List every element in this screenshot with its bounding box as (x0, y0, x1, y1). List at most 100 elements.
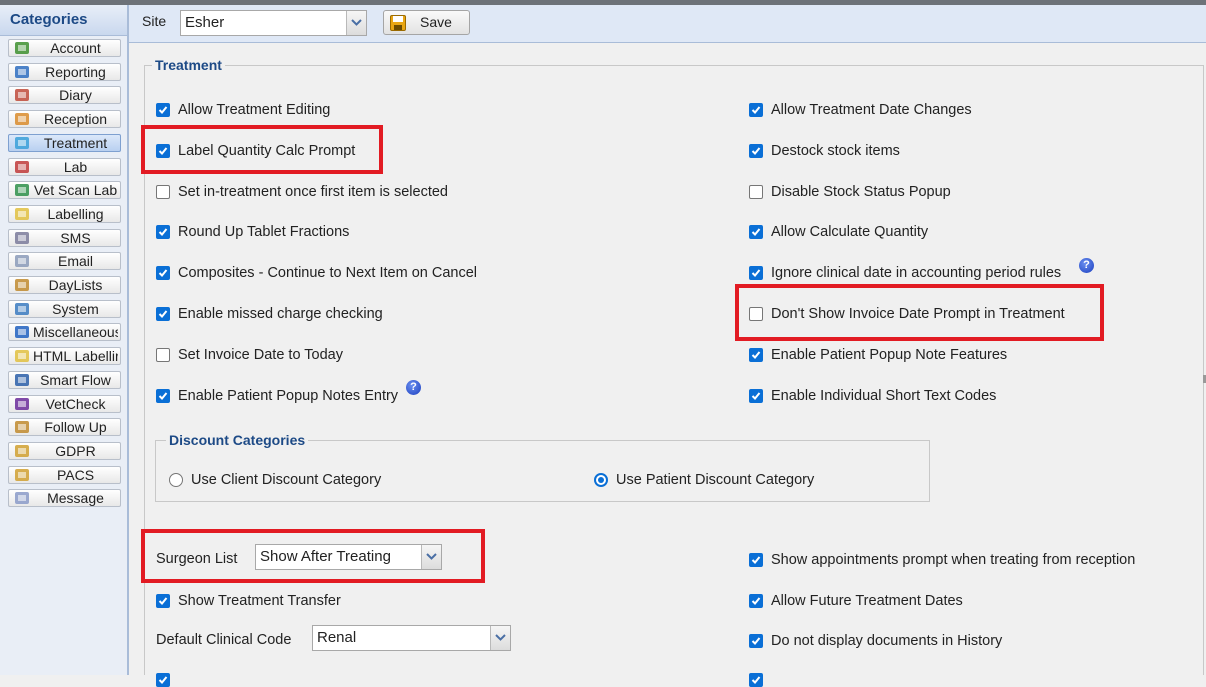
checkbox[interactable] (749, 103, 763, 117)
chevron-down-icon[interactable] (346, 11, 366, 35)
sidebar-item[interactable]: Smart Flow (8, 370, 121, 389)
sidebar-item[interactable]: Treatment (8, 133, 121, 152)
sidebar-item[interactable]: SMS (8, 228, 121, 247)
vetscan-icon (14, 183, 30, 197)
checkbox-label: Allow Treatment Editing (178, 102, 331, 118)
sidebar-item[interactable]: Email (8, 252, 121, 271)
checkbox[interactable] (749, 553, 763, 567)
default-clinical-code-label: Default Clinical Code (156, 632, 292, 648)
checkbox[interactable] (749, 184, 763, 199)
checkbox[interactable] (156, 103, 170, 117)
sidebar-item[interactable]: DayLists (8, 276, 121, 294)
gdpr-icon (14, 444, 30, 458)
checkbox[interactable] (156, 184, 170, 199)
checkbox[interactable] (156, 594, 170, 608)
settings-content: Treatment Allow Treatment Editing Label Q… (129, 43, 1206, 687)
checkbox[interactable] (156, 307, 170, 321)
client-discount-radio[interactable] (169, 473, 183, 487)
checkbox[interactable] (749, 634, 763, 648)
checkbox[interactable] (156, 673, 170, 687)
list-icon (14, 278, 30, 292)
checkbox-label: Round Up Tablet Fractions (178, 224, 350, 241)
client-discount-label: Use Client Discount Category (191, 472, 382, 488)
checkbox[interactable] (749, 673, 763, 687)
patient-discount-radio[interactable] (594, 473, 608, 487)
label-icon (14, 207, 30, 221)
checkbox-label: Do not display documents in History (771, 633, 1003, 649)
sidebar-item-label: System (52, 300, 99, 317)
save-button[interactable]: Save (383, 10, 470, 35)
account-icon (14, 41, 30, 55)
categories-sidebar: Categories Account Reporting Diary Receptio… (0, 5, 129, 675)
sidebar-item-label: VetCheck (45, 395, 106, 412)
sidebar-item[interactable]: Reception (8, 110, 121, 129)
highlight-box-label-quantity (141, 125, 383, 174)
sidebar-item[interactable]: Vet Scan Lab (8, 181, 121, 200)
sidebar-item[interactable]: Account (8, 39, 121, 57)
site-select-value: Esher (185, 14, 225, 31)
sidebar-item-label: Diary (59, 87, 92, 104)
checkbox[interactable] (156, 225, 170, 240)
site-label: Site (142, 13, 167, 29)
sidebar-item-label: Message (47, 490, 104, 507)
sidebar-item[interactable]: Diary (8, 86, 121, 105)
sidebar-item-label: Smart Flow (40, 371, 111, 388)
sidebar-item[interactable]: VetCheck (8, 394, 121, 413)
sidebar-item-label: HTML Labellir (33, 348, 118, 365)
treatment-icon (14, 136, 30, 150)
discount-legend: Discount Categories (166, 432, 309, 448)
checkbox[interactable] (749, 593, 763, 608)
checkbox[interactable] (749, 347, 763, 362)
main-panel: Site Esher Save Treatment Allow Treatmen… (129, 5, 1206, 687)
phone-icon (14, 231, 30, 245)
sidebar-item-label: Reporting (45, 63, 106, 80)
default-clinical-code-select[interactable]: Renal (312, 625, 511, 651)
sidebar-item[interactable]: Follow Up (8, 418, 121, 437)
system-icon (14, 302, 30, 316)
checkbox-label: Destock stock items (771, 142, 900, 159)
checkbox-label: Allow Treatment Date Changes (771, 102, 972, 118)
sidebar-item[interactable]: GDPR (8, 441, 121, 460)
calendar-icon (14, 88, 30, 102)
sidebar-item-label: Follow Up (44, 419, 107, 436)
checkbox[interactable] (156, 266, 170, 281)
site-select[interactable]: Esher (180, 10, 367, 36)
sidebar-item-label: Lab (63, 158, 88, 175)
discount-fieldset: Discount Categories (155, 432, 930, 502)
sidebar-item-label: Labelling (47, 205, 104, 222)
checkbox-label: Set Invoice Date to Today (178, 346, 343, 363)
checkbox[interactable] (749, 225, 763, 240)
checkbox[interactable] (749, 266, 763, 281)
floppy-disk-icon (390, 15, 406, 31)
envelope-icon (14, 254, 30, 268)
checkbox[interactable] (749, 143, 763, 158)
highlight-box-surgeon-list (141, 529, 485, 583)
sidebar-item-label: DayLists (48, 277, 103, 293)
treatment-legend: Treatment (152, 57, 225, 73)
sidebar-item[interactable]: Miscellaneous (8, 323, 121, 342)
checkbox[interactable] (156, 347, 170, 362)
sidebar-item[interactable]: Message (8, 489, 121, 508)
person-icon (14, 112, 30, 126)
highlight-box-invoice-date (735, 284, 1104, 341)
checkbox-label: Allow Calculate Quantity (771, 224, 929, 241)
checkbox[interactable] (156, 388, 170, 403)
sidebar-item[interactable]: HTML Labellir (8, 347, 121, 366)
sidebar-item[interactable]: Labelling (8, 204, 121, 223)
checkbox[interactable] (749, 388, 763, 403)
sidebar-item[interactable]: Reporting (8, 62, 121, 81)
checkbox-label: Disable Stock Status Popup (771, 183, 951, 200)
help-icon[interactable]: ? (406, 380, 421, 395)
chevron-down-icon[interactable] (490, 626, 510, 650)
patient-discount-label: Use Patient Discount Category (616, 472, 815, 488)
default-clinical-code-value: Renal (317, 629, 357, 646)
pacs-icon (14, 468, 30, 482)
save-button-label: Save (420, 14, 452, 30)
sidebar-item-label: Email (57, 253, 93, 270)
sidebar-item[interactable]: PACS (8, 465, 121, 484)
sidebar-item[interactable]: Lab (8, 157, 121, 176)
sidebar-item[interactable]: System (8, 299, 121, 318)
info-icon (14, 325, 30, 339)
checkbox-label: Set in-treatment once first item is sele… (178, 183, 448, 200)
help-icon[interactable]: ? (1079, 258, 1094, 273)
